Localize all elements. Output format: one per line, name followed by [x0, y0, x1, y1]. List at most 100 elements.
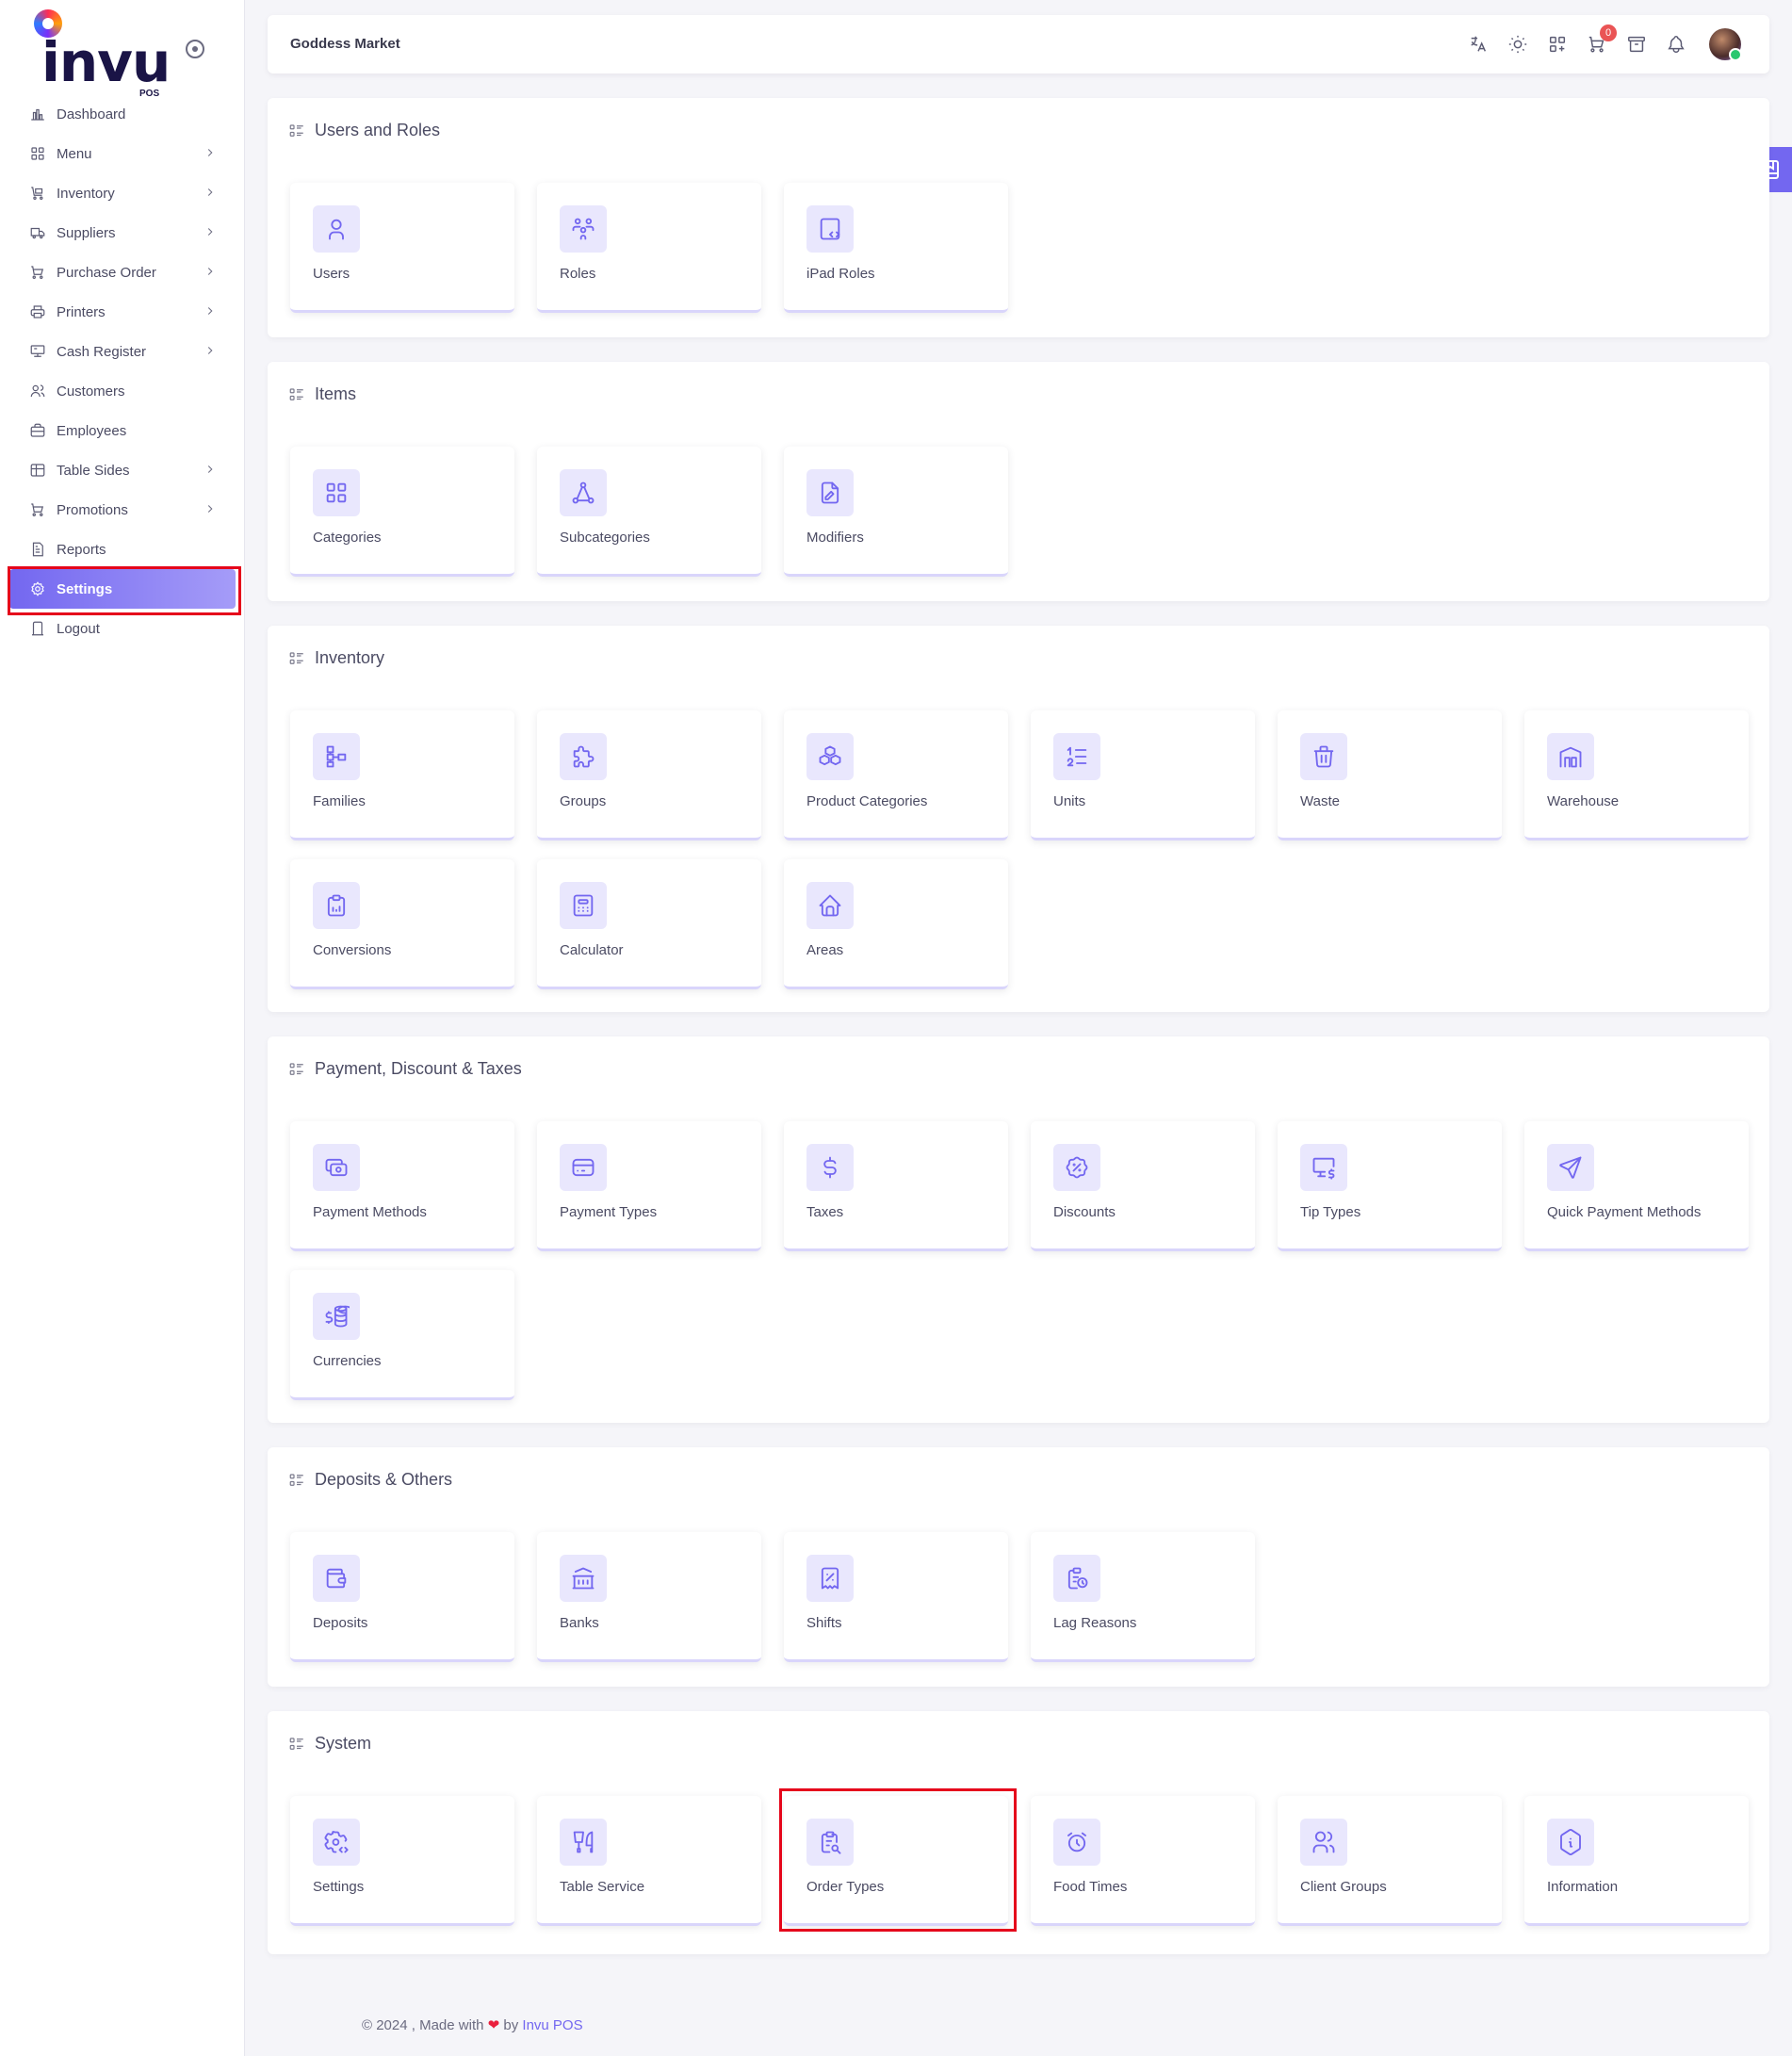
sidebar-item-suppliers[interactable]: Suppliers [9, 213, 236, 253]
sidebar-item-purchase-order[interactable]: Purchase Order [9, 253, 236, 292]
settings-card-table-service[interactable]: Table Service [537, 1796, 761, 1926]
navbar-actions: 0 [1451, 24, 1742, 61]
chevron-right-icon [204, 265, 219, 280]
settings-card-product-categories[interactable]: Product Categories [784, 710, 1008, 840]
shopping-cart-icon [28, 500, 47, 519]
card-label: Food Times [1053, 1879, 1128, 1895]
invu-logo[interactable]: invu POS [32, 8, 173, 99]
settings-card-waste[interactable]: Waste [1278, 710, 1502, 840]
user-avatar[interactable] [1709, 28, 1742, 61]
register-icon [28, 342, 47, 361]
sidebar-item-employees[interactable]: Employees [9, 411, 236, 450]
gear-icon [28, 579, 47, 598]
settings-card-conversions[interactable]: Conversions [290, 859, 514, 989]
card-label: Calculator [560, 942, 624, 958]
sidebar-nav: Dashboard Menu Inventory Suppliers Purchase … [8, 94, 241, 648]
section-cards: Categories Subcategories Modifiers [290, 447, 1749, 577]
puzzle-icon [560, 733, 607, 780]
section-title-text: Payment, Discount & Taxes [315, 1059, 522, 1078]
settings-card-families[interactable]: Families [290, 710, 514, 840]
card-label: Discounts [1053, 1204, 1116, 1220]
settings-card-categories[interactable]: Categories [290, 447, 514, 577]
card-label: Subcategories [560, 530, 650, 546]
cart-count-badge: 0 [1600, 24, 1617, 41]
settings-card-ipad-roles[interactable]: iPad Roles [784, 183, 1008, 313]
settings-card-shifts[interactable]: Shifts [784, 1532, 1008, 1662]
settings-card-subcategories[interactable]: Subcategories [537, 447, 761, 577]
sidebar-item-label: Dashboard [57, 106, 126, 122]
section-cards: Families Groups Product Categories Units Was… [290, 710, 1749, 989]
sidebar-item-label: Printers [57, 303, 106, 320]
settings-card-discounts[interactable]: Discounts [1031, 1121, 1255, 1251]
sidebar-toggle-icon[interactable] [186, 40, 204, 58]
settings-card-deposits[interactable]: Deposits [290, 1532, 514, 1662]
settings-card-client-groups[interactable]: Client Groups [1278, 1796, 1502, 1926]
cash-icon [313, 1144, 360, 1191]
section-items: Items Categories Subcategories Modifiers [268, 362, 1769, 601]
settings-card-units[interactable]: Units [1031, 710, 1255, 840]
card-label: Order Types [806, 1879, 885, 1895]
section-payment-discount-taxes: Payment, Discount & Taxes Payment Methods… [268, 1036, 1769, 1423]
card-label: Waste [1300, 793, 1340, 809]
sidebar-item-logout[interactable]: Logout [9, 609, 236, 648]
section-cards: Payment Methods Payment Types Taxes Discoun… [290, 1121, 1749, 1400]
apps-grid-icon[interactable] [1545, 32, 1570, 57]
settings-card-currencies[interactable]: Currencies [290, 1270, 514, 1400]
sidebar-item-reports[interactable]: Reports [9, 530, 236, 569]
logo-text: invu [41, 30, 171, 94]
sidebar-item-table-sides[interactable]: Table Sides [9, 450, 236, 490]
sidebar-item-dashboard[interactable]: Dashboard [9, 94, 236, 134]
sidebar-item-menu[interactable]: Menu [9, 134, 236, 173]
settings-card-tip-types[interactable]: Tip Types [1278, 1121, 1502, 1251]
bell-icon[interactable] [1664, 32, 1688, 57]
card-label: Product Categories [806, 793, 928, 809]
list-details-icon [288, 650, 305, 667]
section-users-and-roles: Users and Roles Users Roles iPad Roles [268, 98, 1769, 337]
info-hex-icon [1547, 1819, 1594, 1866]
sidebar-item-label: Inventory [57, 185, 115, 202]
sidebar-item-label: Promotions [57, 501, 128, 518]
footer-copyright: © 2024 , Made with [362, 2017, 484, 2033]
send-icon [1547, 1144, 1594, 1191]
monitor-dollar-icon [1300, 1144, 1347, 1191]
cart-icon[interactable]: 0 [1585, 24, 1617, 57]
archive-icon[interactable] [1624, 32, 1649, 57]
theme-sun-icon[interactable] [1506, 32, 1530, 57]
sidebar-item-cash-register[interactable]: Cash Register [9, 332, 236, 371]
settings-card-roles[interactable]: Roles [537, 183, 761, 313]
settings-card-calculator[interactable]: Calculator [537, 859, 761, 989]
settings-card-taxes[interactable]: Taxes [784, 1121, 1008, 1251]
sidebar-item-label: Menu [57, 145, 92, 162]
sidebar-item-inventory[interactable]: Inventory [9, 173, 236, 213]
boxes-icon [806, 733, 854, 780]
card-label: Client Groups [1300, 1879, 1387, 1895]
settings-card-groups[interactable]: Groups [537, 710, 761, 840]
settings-card-food-times[interactable]: Food Times [1031, 1796, 1255, 1926]
card-label: Units [1053, 793, 1086, 809]
settings-card-modifiers[interactable]: Modifiers [784, 447, 1008, 577]
section-deposits-others: Deposits & Others Deposits Banks Shifts Lag … [268, 1447, 1769, 1687]
sidebar-item-settings[interactable]: Settings [8, 566, 241, 615]
settings-card-areas[interactable]: Areas [784, 859, 1008, 989]
settings-card-warehouse[interactable]: Warehouse [1524, 710, 1749, 840]
sidebar-item-label: Reports [57, 541, 106, 558]
sidebar-item-customers[interactable]: Customers [9, 371, 236, 411]
footer-by: by [503, 2017, 519, 2033]
translate-icon[interactable] [1466, 32, 1491, 57]
settings-card-lag-reasons[interactable]: Lag Reasons [1031, 1532, 1255, 1662]
section-inventory: Inventory Families Groups Product Categorie… [268, 626, 1769, 1012]
section-title: Items [288, 384, 356, 404]
settings-card-banks[interactable]: Banks [537, 1532, 761, 1662]
sidebar-item-promotions[interactable]: Promotions [9, 490, 236, 530]
settings-card-users[interactable]: Users [290, 183, 514, 313]
settings-card-information[interactable]: Information [1524, 1796, 1749, 1926]
settings-card-payment-types[interactable]: Payment Types [537, 1121, 761, 1251]
sidebar-item-printers[interactable]: Printers [9, 292, 236, 332]
settings-card-settings[interactable]: Settings [290, 1796, 514, 1926]
settings-card-payment-methods[interactable]: Payment Methods [290, 1121, 514, 1251]
settings-card-order-types[interactable]: Order Types [779, 1788, 1017, 1932]
wallet-icon [313, 1555, 360, 1602]
footer-brand-link[interactable]: Invu POS [522, 2017, 582, 2033]
card-label: Areas [806, 942, 844, 958]
settings-card-quick-payment-methods[interactable]: Quick Payment Methods [1524, 1121, 1749, 1251]
